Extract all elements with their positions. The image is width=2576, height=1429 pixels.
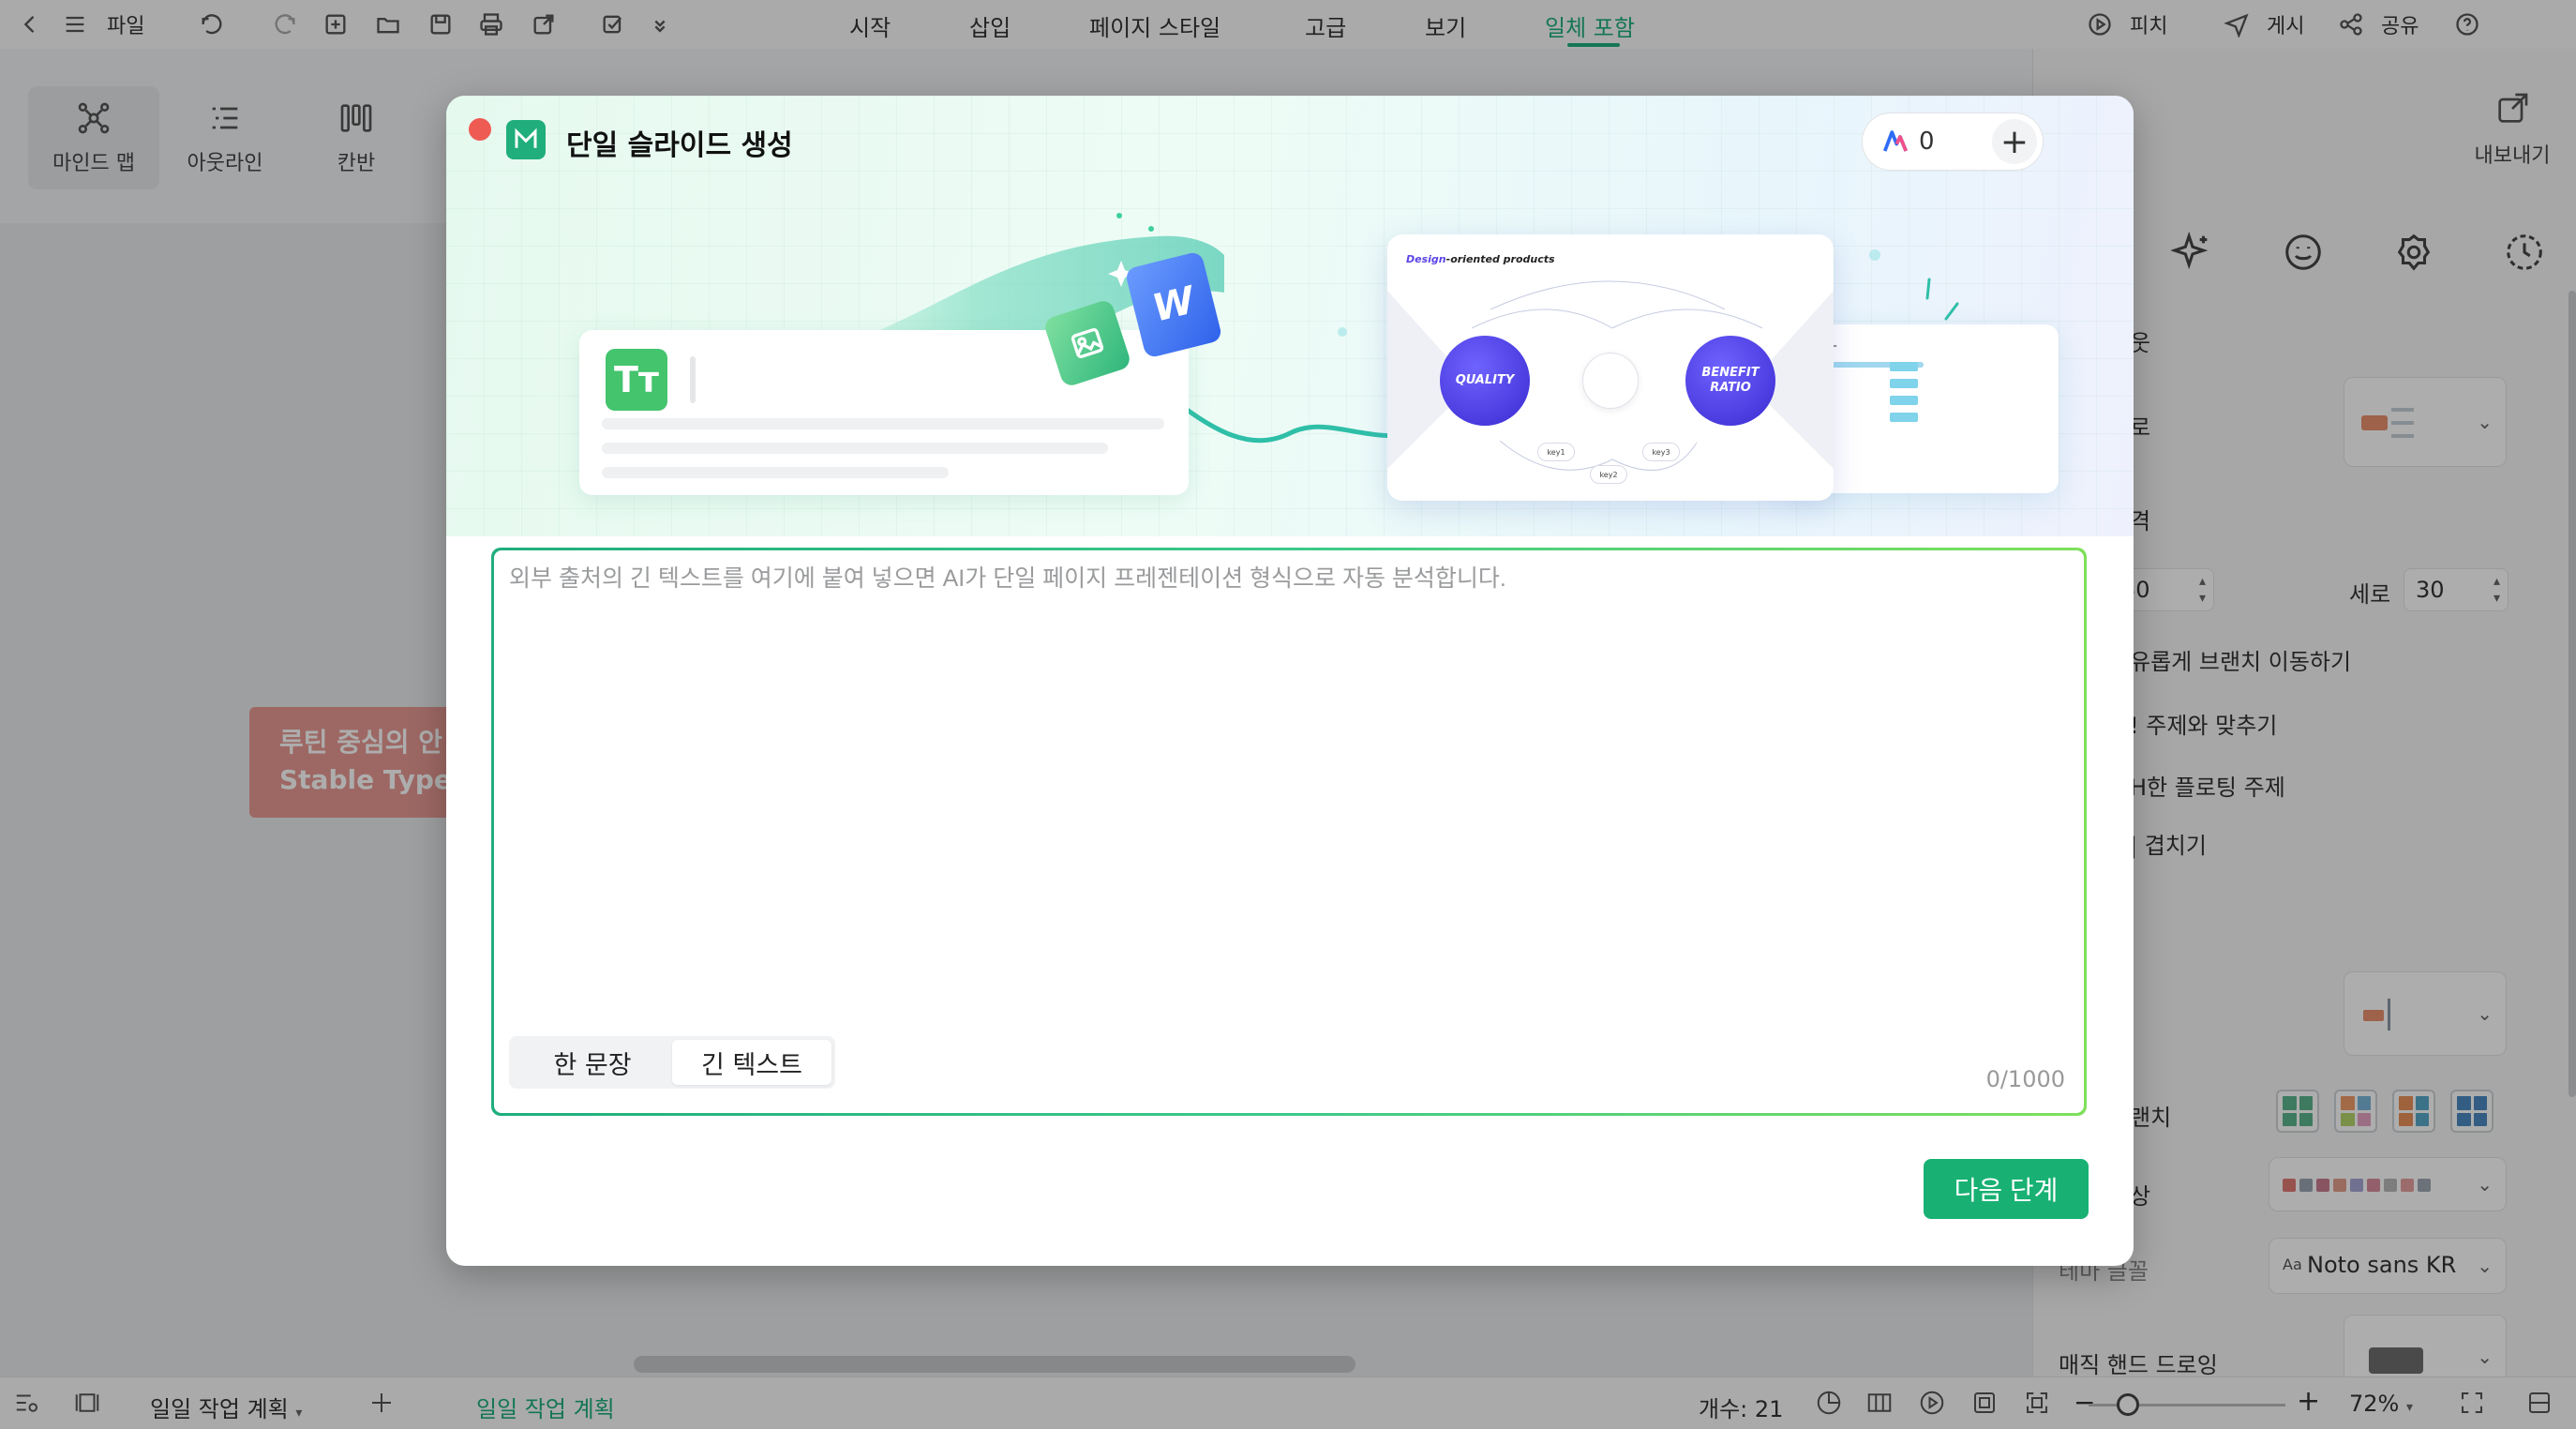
text-format-icon-letter: Tт [614, 359, 659, 400]
slide-preview-main: Design-oriented products QUALITY BENEFIT… [1387, 234, 1834, 501]
long-text-input-frame: 한 문장 긴 텍스트 0/1000 [491, 548, 2087, 1116]
quality-bubble: QUALITY [1440, 336, 1530, 426]
key-pill: key2 [1590, 465, 1627, 484]
long-text-input-container: 한 문장 긴 텍스트 0/1000 [494, 550, 2084, 1113]
text-caret [690, 356, 696, 403]
text-placeholder-line [602, 443, 1108, 454]
character-counter: 0/1000 [1985, 1066, 2065, 1092]
quality-bubble-label: QUALITY [1455, 373, 1515, 387]
text-placeholder-line [602, 467, 949, 478]
mode-long-text-tab[interactable]: 긴 텍스트 [672, 1040, 831, 1085]
key-pill: key1 [1537, 443, 1575, 461]
benefit-ratio-bubble: BENEFIT RATIO [1685, 336, 1775, 426]
single-slide-generation-dialog: 단일 슬라이드 생성 0 + Tт W Design-oriented prod… [446, 96, 2134, 1266]
next-step-button[interactable]: 다음 단계 [1924, 1159, 2089, 1219]
text-placeholder-line [602, 418, 1164, 429]
text-format-icon: Tт [606, 349, 667, 411]
mode-one-sentence-tab[interactable]: 한 문장 [513, 1040, 672, 1085]
word-file-icon-letter: W [1148, 278, 1199, 331]
key-pill: key3 [1642, 443, 1680, 461]
input-mode-toggle: 한 문장 긴 텍스트 [509, 1036, 835, 1089]
benefit-ratio-bubble-label: BENEFIT RATIO [1701, 366, 1760, 395]
long-text-input[interactable] [509, 560, 2065, 1000]
center-mini-circle [1582, 353, 1639, 409]
back-slide-stack [1890, 362, 1918, 446]
